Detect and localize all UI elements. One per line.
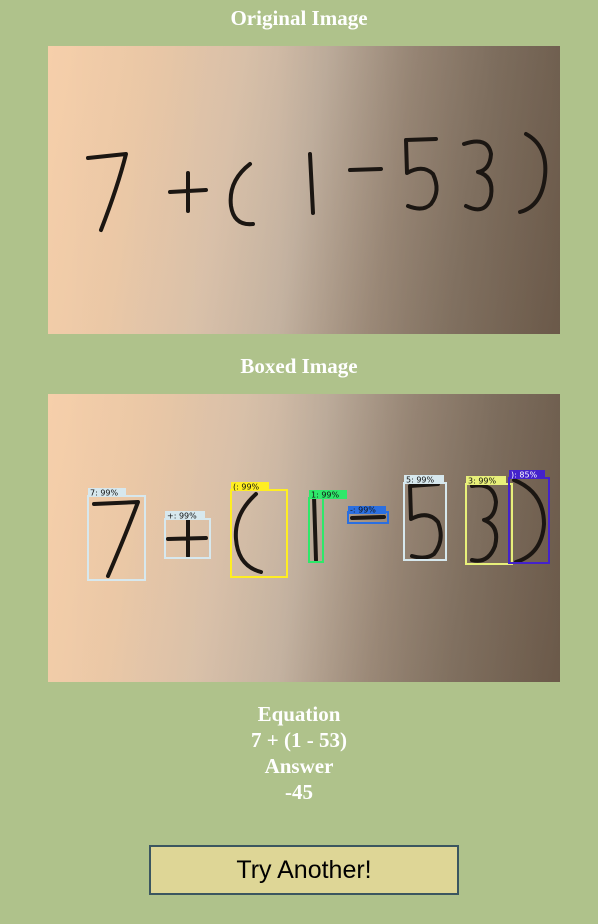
handwritten-equation-drawing: [48, 46, 560, 334]
equation-label: Equation: [257, 702, 341, 726]
detection-label-minus: -: 99%: [350, 506, 376, 515]
detection-label-open-paren: (: 99%: [233, 483, 260, 492]
try-another-button[interactable]: Try Another!: [149, 845, 459, 895]
original-image: [48, 46, 560, 334]
detection-label-close-paren: ): 85%: [511, 471, 538, 480]
boxed-equation-drawing: 7: 99% +: 99% (: 99% 1: 99% -: 99% 5: 99…: [48, 394, 560, 682]
detection-label-7: 7: 99%: [90, 489, 119, 498]
original-image-heading: Original Image: [230, 6, 368, 30]
equation-value: 7 + (1 - 53): [251, 728, 347, 752]
detection-label-3: 3: 99%: [468, 477, 497, 486]
detection-label-plus: +: 99%: [167, 512, 197, 521]
detection-label-1: 1: 99%: [311, 491, 340, 500]
answer-label: Answer: [264, 754, 334, 778]
answer-value: -45: [285, 780, 313, 804]
detection-label-5: 5: 99%: [406, 476, 435, 485]
boxed-image-heading: Boxed Image: [240, 354, 358, 378]
boxed-image: 7: 99% +: 99% (: 99% 1: 99% -: 99% 5: 99…: [48, 394, 560, 682]
